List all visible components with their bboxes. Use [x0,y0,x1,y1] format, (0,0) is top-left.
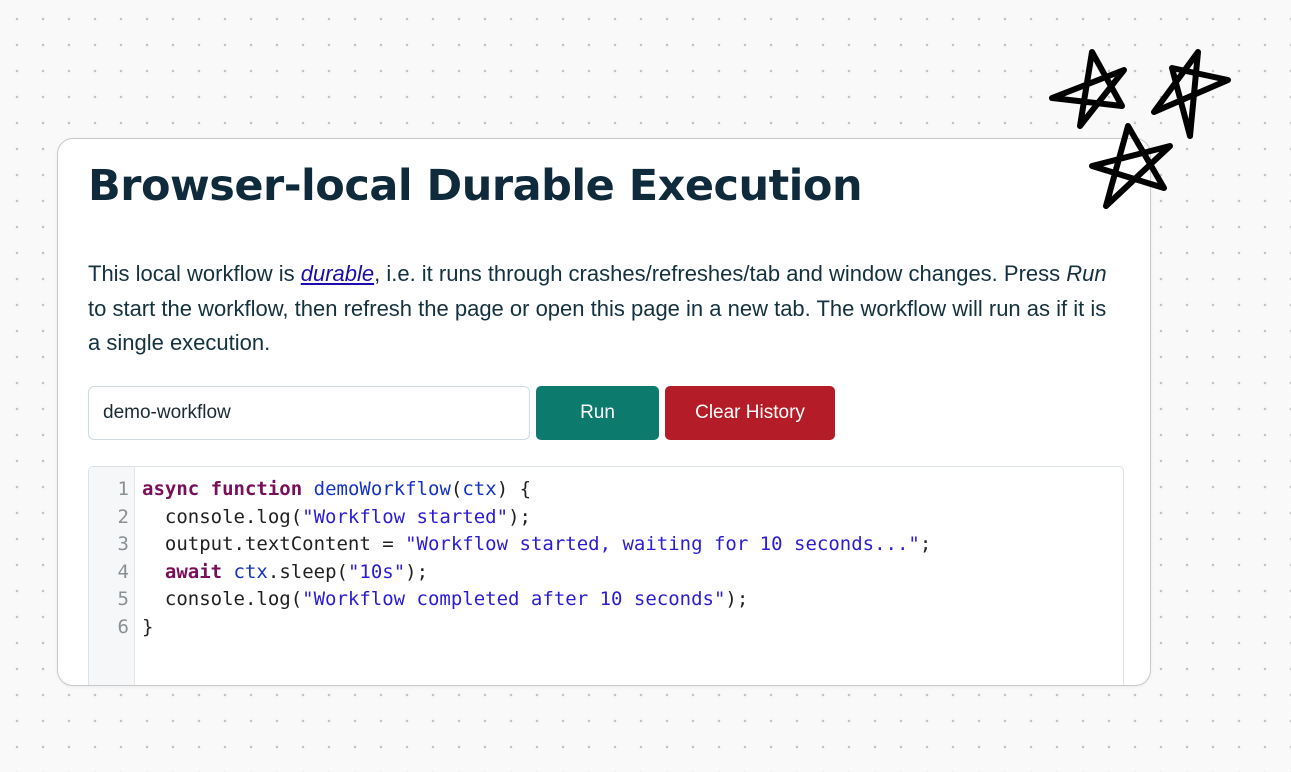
code-token: ) { [496,478,532,500]
code-token: ); [725,588,749,611]
code-token: ctx [462,478,497,500]
code-token: "Workflow started" [302,505,509,528]
line-number: 5 [117,588,129,611]
code-token: } [142,616,154,638]
code-text: console.log("Workflow completed after 10… [142,586,748,614]
description-text-2: , i.e. it runs through crashes/refreshes… [374,261,1067,286]
line-number: 1 [117,478,129,500]
code-token: output.textContent = [142,533,406,556]
code-text: output.textContent = "Workflow started, … [142,531,931,559]
code-token: ; [919,533,932,556]
line-number: 2 [117,505,129,528]
code-token: async [142,478,200,500]
code-token: ctx [233,560,268,583]
code-token: demoWorkflow [313,478,451,500]
workflow-card: Browser-local Durable Execution This loc… [57,138,1151,686]
code-token: ( [450,478,463,500]
code-token: await [164,560,223,583]
code-text: async function demoWorkflow(ctx) { [142,476,531,504]
description: This local workflow is durable, i.e. it … [88,257,1108,361]
code-token: "10s" [347,560,406,583]
code-token: ); [508,505,531,528]
durable-link[interactable]: durable [301,261,374,286]
line-number: 4 [117,560,129,583]
code-token: .sleep( [267,560,348,583]
line-number: 6 [117,616,129,638]
line-number: 3 [117,533,129,556]
code-text: await ctx.sleep("10s"); [142,559,428,587]
stars-doodle-icon [1049,49,1231,209]
code-token: console.log( [142,505,303,528]
run-button[interactable]: Run [536,386,659,440]
description-text-3: to start the workflow, then refresh the … [88,295,1107,356]
code-text: console.log("Workflow started"); [142,504,531,532]
workflow-name-input[interactable] [88,386,530,440]
code-token: console.log( [142,588,303,611]
code-editor[interactable]: 1 async function demoWorkflow(ctx) {2 con… [88,466,1124,685]
clear-history-button[interactable]: Clear History [665,386,835,440]
code-token: "Workflow completed after 10 seconds" [302,588,726,611]
description-run-emphasis: Run [1066,261,1107,286]
description-text-1: This local workflow is [88,261,301,286]
code-token: ); [405,560,429,583]
code-token: "Workflow started, waiting for 10 second… [405,533,920,556]
code-text: } [142,614,153,642]
code-token: function [210,478,303,500]
page-title: Browser-local Durable Execution [88,161,863,211]
